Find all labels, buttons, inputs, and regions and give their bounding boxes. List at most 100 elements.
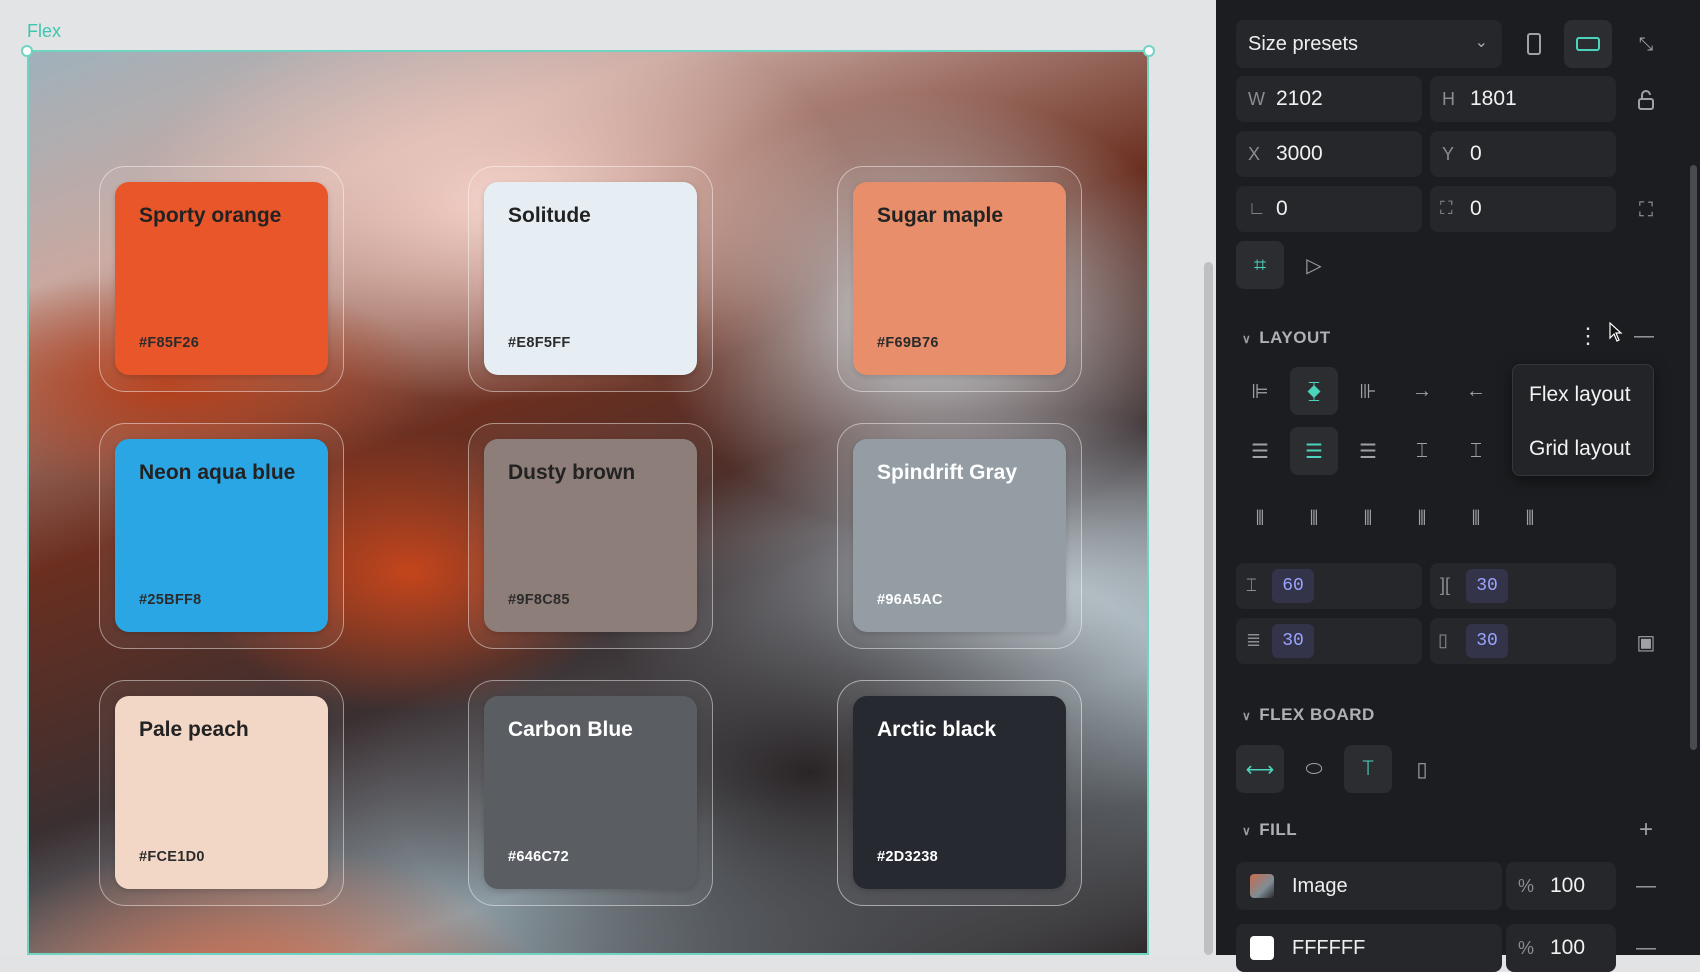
layout-options-button[interactable]: ⋮	[1564, 312, 1612, 360]
card-frame[interactable]: Neon aqua blue #25BFF8	[99, 423, 344, 649]
card-frame[interactable]: Arctic black #2D3238	[837, 680, 1082, 906]
color-card[interactable]: Neon aqua blue #25BFF8	[115, 439, 328, 632]
card-frame[interactable]: Solitude #E8F5FF	[468, 166, 713, 392]
show-in-view-mode-button[interactable]: ▷	[1290, 241, 1338, 289]
fix-width-button[interactable]: ⟷	[1236, 745, 1284, 793]
menu-item-grid-layout[interactable]: Grid layout	[1529, 437, 1631, 461]
card-frame[interactable]: Sugar maple #F69B76	[837, 166, 1082, 392]
add-fill-button[interactable]: +	[1622, 806, 1670, 854]
card-frame[interactable]: Carbon Blue #646C72	[468, 680, 713, 906]
layout-section-title[interactable]: ∨ LAYOUT	[1242, 328, 1331, 348]
lock-proportions-button[interactable]	[1622, 76, 1670, 124]
chevron-down-icon: ⌄	[1474, 34, 1488, 51]
remove-layout-button[interactable]: —	[1620, 312, 1668, 360]
direction-right-button[interactable]: →	[1398, 367, 1446, 415]
justify-around-button[interactable]: ⌶	[1452, 427, 1500, 475]
justify-start-button[interactable]: ☰	[1236, 427, 1284, 475]
align-content-start-button[interactable]: ⫴	[1236, 495, 1284, 543]
card-frame[interactable]: Sporty orange #F85F26	[99, 166, 344, 392]
align-center-button[interactable]: ⧱	[1290, 367, 1338, 415]
radius-field[interactable]: ⛶ 0	[1430, 186, 1616, 232]
fill-image-row[interactable]: Image	[1236, 862, 1502, 910]
columns-center-icon: ⫴	[1309, 507, 1319, 530]
color-card[interactable]: Carbon Blue #646C72	[484, 696, 697, 889]
auto-width-button[interactable]: ⬭	[1290, 745, 1338, 793]
direction-left-button[interactable]: ←	[1452, 367, 1500, 415]
card-frame[interactable]: Pale peach #FCE1D0	[99, 680, 344, 906]
fill-color-row[interactable]: FFFFFF	[1236, 924, 1502, 972]
align-left-button[interactable]: ⊫	[1236, 367, 1284, 415]
card-name: Spindrift Gray	[877, 461, 1018, 484]
align-content-center-button[interactable]: ⫴	[1290, 495, 1338, 543]
chevron-down-icon: ∨	[1242, 332, 1252, 346]
width-value: 2102	[1276, 87, 1323, 110]
align-content-between-button[interactable]: ⫴	[1398, 495, 1446, 543]
fix-height-button[interactable]: ⟙	[1344, 745, 1392, 793]
align-right-icon: ⊪	[1359, 380, 1377, 403]
horizontal-resize-icon: ⟷	[1245, 758, 1275, 781]
card-name: Arctic black	[877, 718, 997, 741]
color-card[interactable]: Sporty orange #F85F26	[115, 182, 328, 375]
flex-board[interactable]: Sporty orange #F85F26 Solitude #E8F5FF S…	[27, 50, 1149, 955]
board-label[interactable]: Flex	[27, 21, 61, 42]
color-swatch-icon[interactable]	[1250, 936, 1274, 960]
x-field[interactable]: X 3000	[1236, 131, 1422, 177]
auto-height-button[interactable]: ▯	[1398, 745, 1446, 793]
color-card[interactable]: Pale peach #FCE1D0	[115, 696, 328, 889]
rotation-field[interactable]: ∟ 0	[1236, 186, 1422, 232]
row-gap-field[interactable]: ⌶ 60	[1236, 563, 1422, 609]
vertical-padding-value[interactable]: 30	[1272, 624, 1314, 658]
remove-fill-image-button[interactable]: —	[1622, 862, 1670, 910]
minus-icon: —	[1636, 936, 1656, 959]
width-field[interactable]: W 2102	[1236, 76, 1422, 122]
color-card[interactable]: Solitude #E8F5FF	[484, 182, 697, 375]
columns-around-icon: ⫴	[1471, 507, 1481, 530]
menu-item-flex-layout[interactable]: Flex layout	[1529, 383, 1631, 407]
horizontal-padding-value[interactable]: 30	[1466, 624, 1508, 658]
size-presets-dropdown[interactable]: Size presets ⌄	[1236, 20, 1502, 68]
canvas-scrollbar[interactable]	[1204, 262, 1213, 955]
justify-center-button[interactable]: ☰	[1290, 427, 1338, 475]
flex-board-section-title[interactable]: ∨ FLEX BOARD	[1242, 705, 1375, 725]
fill-color-opacity-field[interactable]: % 100	[1506, 924, 1616, 972]
landscape-orientation-button[interactable]	[1564, 20, 1612, 68]
collapse-button[interactable]: ⤡	[1622, 20, 1670, 68]
frame-icon: ⌗	[1253, 252, 1267, 277]
align-right-button[interactable]: ⊪	[1344, 367, 1392, 415]
independent-corners-button[interactable]: ⛶	[1622, 186, 1670, 234]
column-gap-icon: ][	[1440, 575, 1451, 595]
horizontal-padding-field[interactable]: ▯ 30	[1430, 618, 1616, 664]
fill-section-title[interactable]: ∨ FILL	[1242, 820, 1297, 840]
align-content-evenly-button[interactable]: ⫴	[1506, 495, 1554, 543]
resize-handle-top-left[interactable]	[21, 45, 33, 57]
clip-content-button[interactable]: ⌗	[1236, 241, 1284, 289]
independent-padding-button[interactable]: ▣	[1622, 618, 1670, 666]
portrait-orientation-button[interactable]	[1510, 20, 1558, 68]
column-gap-field[interactable]: ][ 30	[1430, 563, 1616, 609]
align-content-end-button[interactable]: ⫴	[1344, 495, 1392, 543]
color-card[interactable]: Sugar maple #F69B76	[853, 182, 1066, 375]
card-hex: #F69B76	[877, 335, 939, 351]
y-field[interactable]: Y 0	[1430, 131, 1616, 177]
align-content-around-button[interactable]: ⫴	[1452, 495, 1500, 543]
fill-color-label[interactable]: FFFFFF	[1292, 937, 1365, 960]
resize-handle-top-right[interactable]	[1143, 45, 1155, 57]
remove-fill-color-button[interactable]: —	[1622, 924, 1670, 972]
vertical-padding-field[interactable]: ≣ 30	[1236, 618, 1422, 664]
columns-between-icon: ⫴	[1417, 507, 1427, 530]
color-card[interactable]: Spindrift Gray #96A5AC	[853, 439, 1066, 632]
fill-image-opacity-field[interactable]: % 100	[1506, 862, 1616, 910]
justify-between-button[interactable]: ⌶	[1398, 427, 1446, 475]
fill-color-opacity: 100	[1550, 936, 1586, 959]
justify-end-button[interactable]: ☰	[1344, 427, 1392, 475]
color-card[interactable]: Arctic black #2D3238	[853, 696, 1066, 889]
card-frame[interactable]: Spindrift Gray #96A5AC	[837, 423, 1082, 649]
column-gap-value[interactable]: 30	[1466, 569, 1508, 603]
height-field[interactable]: H 1801	[1430, 76, 1616, 122]
color-card[interactable]: Dusty brown #9F8C85	[484, 439, 697, 632]
row-gap-value[interactable]: 60	[1272, 569, 1314, 603]
rotation-value: 0	[1276, 197, 1288, 220]
panel-scrollbar[interactable]	[1690, 165, 1697, 750]
card-frame[interactable]: Dusty brown #9F8C85	[468, 423, 713, 649]
height-label: H	[1442, 89, 1455, 109]
